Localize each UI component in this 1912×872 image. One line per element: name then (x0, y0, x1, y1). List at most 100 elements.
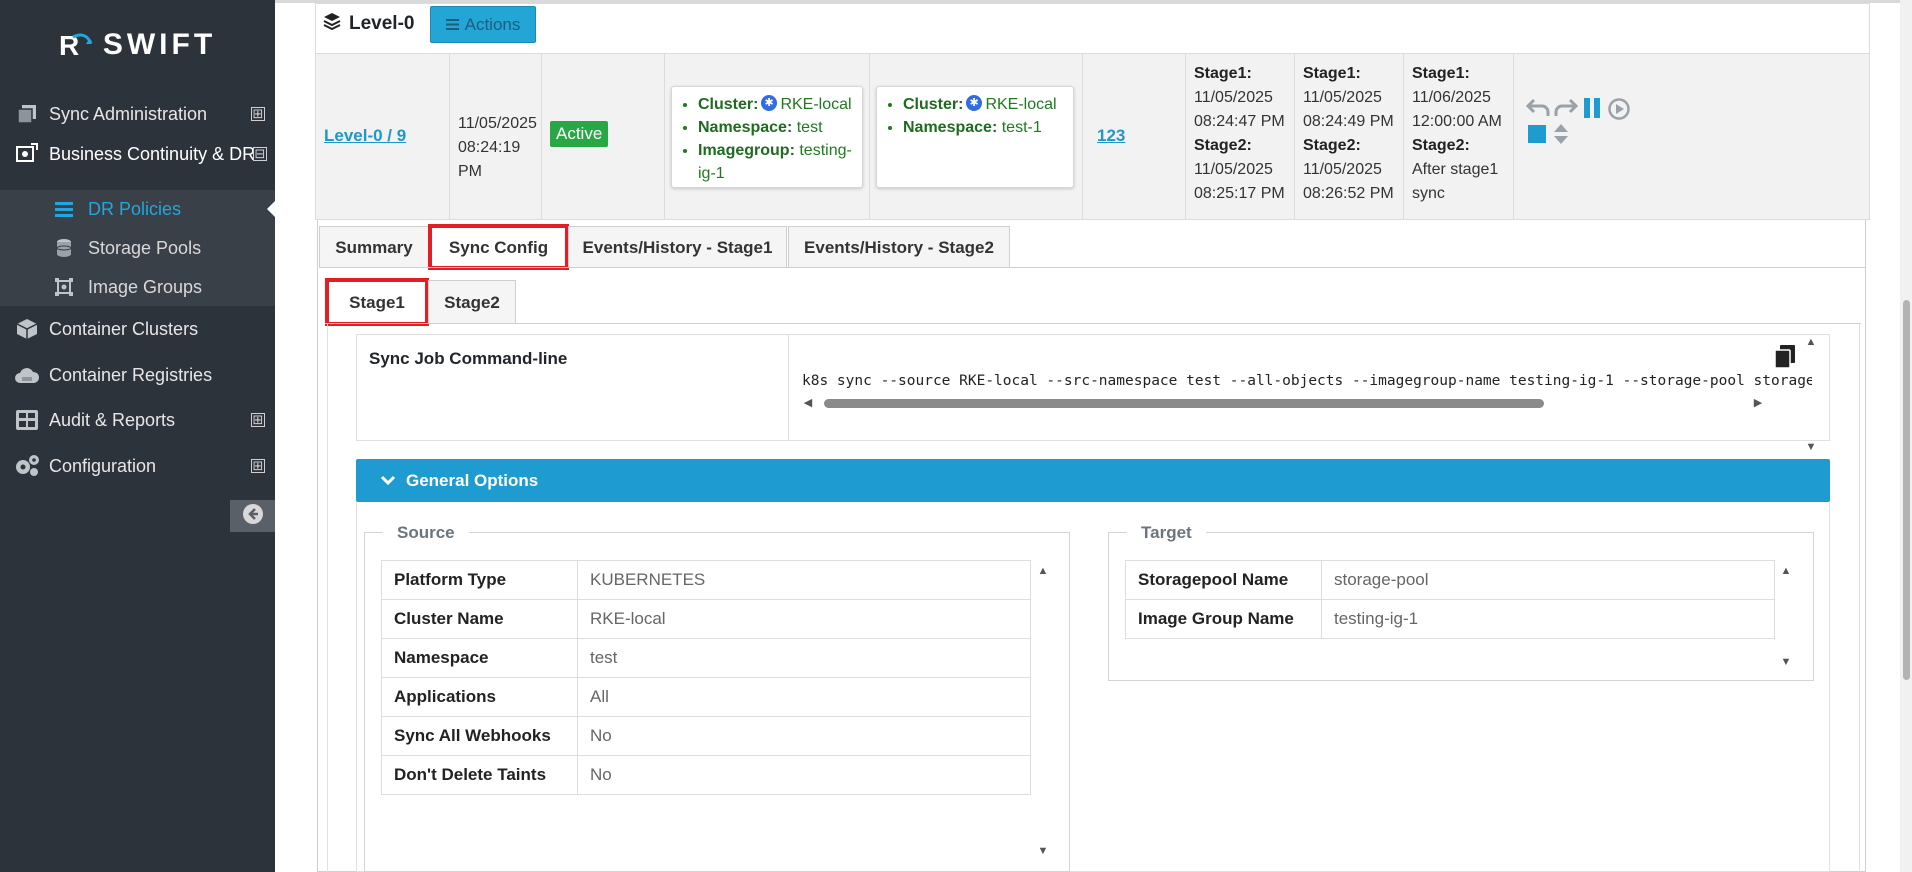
row-value: RKE-local (577, 599, 1031, 639)
tab-divider (320, 267, 1865, 268)
menu-icon (445, 15, 459, 35)
main-content: Level-0 Actions Level-0 / 9 11/05/2025 0… (275, 0, 1912, 872)
target-cluster: Cluster:RKE-local (903, 93, 1063, 116)
scroll-down-icon[interactable]: ▼ (1804, 441, 1818, 453)
play-icon[interactable] (1608, 98, 1630, 125)
cloud-icon (14, 362, 40, 388)
table-row: Namespace test (381, 638, 1031, 678)
nav-business-continuity-dr[interactable]: Business Continuity & DR ⊟ (0, 132, 275, 176)
scroll-up-icon[interactable]: ▲ (1779, 565, 1793, 577)
source-table: Platform Type KUBERNETES Cluster Name RKE-… (381, 560, 1031, 795)
cell-source: Cluster:RKE-local Namespace: test Imageg… (665, 54, 870, 219)
nav-label: Configuration (49, 455, 157, 476)
scroll-down-icon[interactable]: ▼ (1036, 845, 1050, 857)
scrollbar-thumb[interactable] (824, 399, 1544, 408)
nav-sync-administration[interactable]: Sync Administration ⊞ (0, 92, 275, 136)
table-row: Image Group Name testing-ig-1 (1125, 599, 1775, 639)
schedule-text: Stage1: 11/05/2025 08:24:49 PM Stage2: 1… (1303, 65, 1394, 202)
target-legend: Target (1127, 523, 1206, 543)
row-value: No (577, 716, 1031, 756)
general-options-title: General Options (406, 470, 539, 490)
cell-count: 123 (1083, 54, 1186, 219)
table-row: Don't Delete Taints No (381, 755, 1031, 795)
cell-schedule-3: Stage1: 11/06/2025 12:00:00 AM Stage2: A… (1404, 54, 1514, 219)
page-scrollbar-thumb[interactable] (1903, 300, 1910, 680)
row-key: Don't Delete Taints (381, 755, 578, 795)
source-info-card: Cluster:RKE-local Namespace: test Imageg… (671, 86, 863, 188)
level-header (315, 3, 1870, 53)
sub-item-image-groups[interactable]: Image Groups (0, 268, 275, 306)
stop-icon[interactable] (1528, 125, 1546, 148)
scroll-up-icon[interactable]: ▲ (1804, 336, 1818, 348)
list-icon (54, 199, 74, 219)
nav-label: Container Registries (49, 364, 213, 385)
row-key: Applications (381, 677, 578, 717)
scroll-down-icon[interactable]: ▼ (1779, 656, 1793, 668)
table-row: Sync All Webhooks No (381, 716, 1031, 756)
sync-job-command[interactable]: k8s sync --source RKE-local --src-namesp… (802, 373, 1812, 389)
tab-events-history-stage2[interactable]: Events/History - Stage2 (788, 226, 1010, 268)
expand-icon[interactable]: ⊞ (251, 107, 265, 121)
tab-summary[interactable]: Summary (319, 226, 429, 268)
brand-logo[interactable]: R SWIFT (0, 0, 275, 90)
undo-icon[interactable] (1525, 98, 1550, 123)
scroll-left-icon[interactable]: ◀ (802, 397, 814, 409)
sub-item-dr-policies[interactable]: DR Policies (0, 190, 275, 228)
general-options-header[interactable]: General Options (356, 459, 1830, 502)
actions-button[interactable]: Actions (430, 6, 536, 43)
level-link[interactable]: Level-0 / 9 (324, 126, 406, 146)
redo-icon[interactable] (1554, 98, 1579, 123)
nav-label: Sync Administration (49, 103, 208, 124)
row-value: storage-pool (1321, 560, 1775, 600)
nav-configuration[interactable]: Configuration ⊞ (0, 444, 275, 488)
row-value: No (577, 755, 1031, 795)
chevron-down-icon (380, 471, 396, 491)
tab-stage1[interactable]: Stage1 (325, 278, 429, 326)
nav-audit-reports[interactable]: Audit & Reports ⊞ (0, 398, 275, 442)
database-icon (54, 238, 74, 258)
row-value: KUBERNETES (577, 560, 1031, 600)
nav-container-clusters[interactable]: Container Clusters (0, 307, 275, 351)
expand-icon[interactable]: ⊞ (251, 459, 265, 473)
actions-label: Actions (464, 14, 521, 34)
horizontal-scrollbar[interactable]: ◀ ▶ (802, 395, 1762, 411)
row-value: All (577, 677, 1031, 717)
kubernetes-icon (966, 95, 983, 111)
row-key: Image Group Name (1125, 599, 1322, 639)
sub-item-label: Storage Pools (88, 237, 202, 258)
count-link[interactable]: 123 (1097, 126, 1125, 146)
sort-icon[interactable] (1554, 124, 1568, 149)
row-value: test (577, 638, 1031, 678)
pause-icon[interactable] (1582, 98, 1602, 123)
scroll-up-icon[interactable]: ▲ (1036, 565, 1050, 577)
copy-icon (14, 101, 40, 127)
sub-item-storage-pools[interactable]: Storage Pools (0, 229, 275, 267)
layers-icon (323, 12, 341, 36)
cell-schedule-2: Stage1: 11/05/2025 08:24:49 PM Stage2: 1… (1295, 54, 1404, 219)
table-row: Platform Type KUBERNETES (381, 560, 1031, 600)
scroll-right-icon[interactable]: ▶ (1752, 397, 1764, 409)
arrow-left-circle-icon (242, 503, 264, 530)
collapse-icon[interactable]: ⊟ (253, 147, 267, 161)
target-table: Storagepool Name storage-pool Image Group… (1125, 560, 1775, 639)
tab-sync-config[interactable]: Sync Config (428, 224, 569, 270)
sub-item-label: Image Groups (88, 276, 203, 297)
brand-name: SWIFT (102, 28, 217, 61)
page-scrollbar[interactable] (1900, 0, 1912, 872)
sidebar: R SWIFT Sync Administration ⊞ Business C… (0, 0, 275, 872)
image-group-icon (54, 277, 74, 297)
tab-events-history-stage1[interactable]: Events/History - Stage1 (568, 226, 787, 268)
tab-stage2[interactable]: Stage2 (428, 280, 516, 324)
sidebar-collapse-button[interactable] (230, 500, 275, 532)
level-data-row: Level-0 / 9 11/05/2025 08:24:19 PM Activ… (315, 53, 1870, 220)
copy-icon[interactable] (1774, 345, 1796, 369)
cell-status: Active (542, 54, 665, 219)
target-namespace: Namespace: test-1 (903, 116, 1063, 139)
level-title-text: Level-0 (349, 13, 415, 34)
schedule-text: Stage1: 11/05/2025 08:24:47 PM Stage2: 1… (1194, 65, 1285, 202)
cell-schedule-1: Stage1: 11/05/2025 08:24:47 PM Stage2: 1… (1186, 54, 1295, 219)
nav-container-registries[interactable]: Container Registries (0, 353, 275, 397)
source-imagegroup: Imagegroup: testing-ig-1 (698, 139, 852, 185)
expand-icon[interactable]: ⊞ (251, 413, 265, 427)
cell-target: Cluster:RKE-local Namespace: test-1 (870, 54, 1083, 219)
